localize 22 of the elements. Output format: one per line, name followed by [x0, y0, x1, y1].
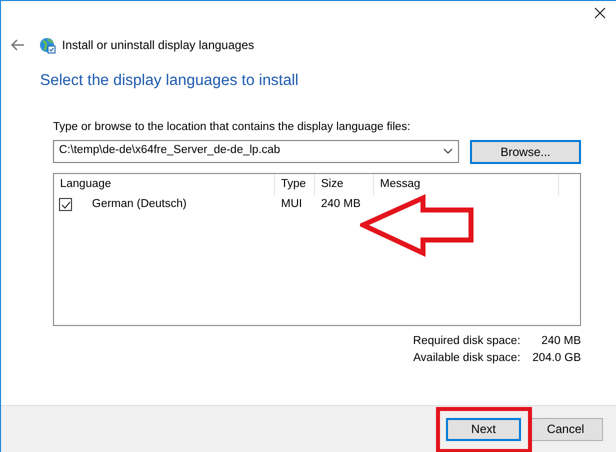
- dialog-button[interactable]: Next: [446, 418, 521, 440]
- disk-space-value: 204.0 GB: [532, 350, 581, 366]
- disk-space-value: 240 MB: [540, 334, 581, 348]
- disk-space-label: Required disk space:: [413, 334, 520, 348]
- browse-button[interactable]: Browse...: [470, 140, 581, 164]
- window-title: Install or uninstall display languages: [62, 37, 254, 54]
- close-icon[interactable]: [594, 7, 606, 19]
- globe-icon: [39, 36, 56, 54]
- disk-space-label: Available disk space:: [413, 350, 520, 366]
- page-heading: Select the display languages to install: [40, 71, 300, 91]
- column-header[interactable]: Type: [275, 174, 315, 196]
- column-header[interactable]: Messag: [374, 174, 559, 196]
- dropdown-caret-icon[interactable]: [443, 148, 453, 154]
- checkbox[interactable]: [59, 198, 72, 211]
- back-arrow-icon[interactable]: [11, 39, 25, 51]
- table-cell: 240 MB: [321, 198, 361, 210]
- table-cell-text: German (Deutsch): [92, 196, 187, 212]
- column-header[interactable]: Size: [315, 174, 374, 196]
- location-combo-box[interactable]: C:\temp\de-de\x64fre_Server_de-de_lp.cab: [53, 140, 459, 162]
- column-header[interactable]: Language: [54, 174, 275, 196]
- location-label: Type or browse to the location that contains the display language files:: [53, 120, 412, 136]
- table-cell: MUI: [281, 198, 302, 210]
